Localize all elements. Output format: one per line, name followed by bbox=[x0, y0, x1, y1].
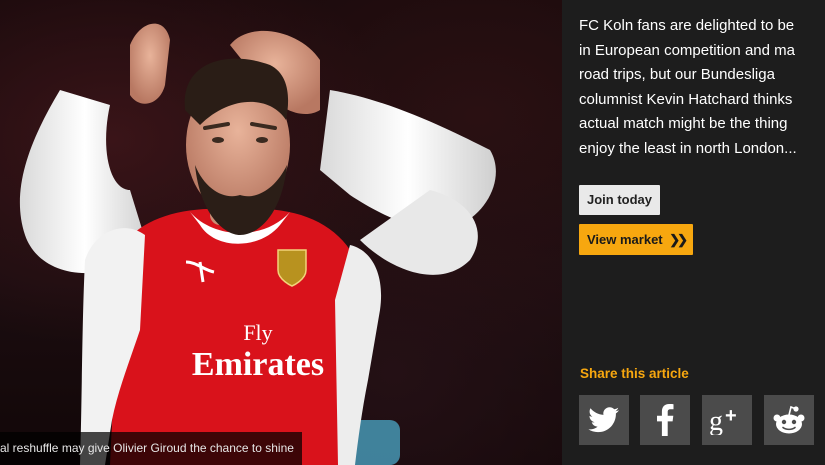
view-market-button[interactable]: View market ❯❯ bbox=[579, 224, 694, 255]
double-chevron-right-icon: ❯❯ bbox=[669, 232, 688, 247]
svg-text:+: + bbox=[725, 405, 737, 427]
share-twitter-button[interactable] bbox=[579, 395, 629, 445]
join-today-label: Join today bbox=[587, 192, 653, 207]
svg-text:g: g bbox=[709, 406, 723, 435]
footballer-photo: Fly Emirates bbox=[19, 23, 496, 465]
article-blurb: FC Koln fans are delighted to be in Euro… bbox=[579, 14, 825, 161]
shirt-sponsor-line2: Emirates bbox=[192, 346, 324, 383]
google-plus-icon: g + bbox=[709, 405, 737, 435]
facebook-icon bbox=[657, 404, 674, 436]
share-facebook-button[interactable] bbox=[640, 395, 690, 445]
blurb-line: columnist Kevin Hatchard thinks bbox=[579, 90, 793, 108]
join-today-button[interactable]: Join today bbox=[579, 185, 661, 215]
blurb-line: in European competition and ma bbox=[579, 41, 795, 59]
reddit-icon bbox=[773, 405, 805, 434]
shirt-sponsor-line1: Fly bbox=[243, 320, 272, 345]
article-hero-image: Fly Emirates al reshuffle may give Olivi… bbox=[0, 0, 562, 465]
image-caption: al reshuffle may give Olivier Giroud the… bbox=[0, 432, 302, 465]
share-reddit-button[interactable] bbox=[764, 395, 814, 445]
share-heading: Share this article bbox=[580, 366, 689, 381]
blurb-line: FC Koln fans are delighted to be bbox=[579, 17, 795, 34]
blurb-line: actual match might be the thing bbox=[579, 115, 788, 132]
share-google-plus-button[interactable]: g + bbox=[702, 395, 752, 445]
view-market-label: View market bbox=[587, 232, 663, 247]
twitter-icon bbox=[588, 407, 619, 433]
article-side-panel: FC Koln fans are delighted to be in Euro… bbox=[562, 0, 825, 465]
blurb-line: road trips, but our Bundesliga bbox=[579, 66, 775, 83]
blurb-line: enjoy the least in north London... bbox=[579, 139, 797, 157]
